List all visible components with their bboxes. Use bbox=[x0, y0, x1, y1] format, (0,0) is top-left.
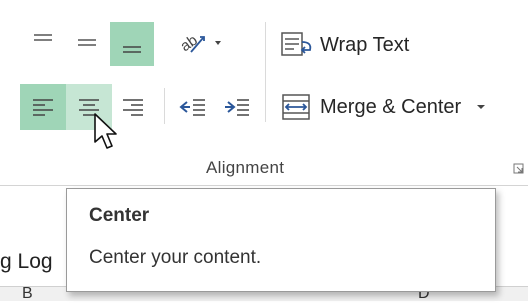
top-align-button[interactable] bbox=[24, 20, 62, 60]
cell-text: g Log bbox=[0, 250, 53, 273]
middle-align-icon bbox=[78, 39, 96, 46]
bottom-align-icon bbox=[123, 46, 141, 53]
orientation-button[interactable]: ab bbox=[170, 22, 232, 64]
mouse-cursor-icon bbox=[93, 112, 119, 157]
align-right-icon bbox=[123, 99, 143, 116]
decrease-indent-button[interactable] bbox=[172, 86, 214, 128]
orientation-icon: ab bbox=[179, 32, 205, 55]
middle-align-button[interactable] bbox=[68, 20, 106, 64]
merge-center-button[interactable]: Merge & Center bbox=[280, 86, 520, 128]
bottom-align-button[interactable] bbox=[110, 22, 154, 66]
separator bbox=[265, 22, 266, 122]
chevron-down-icon bbox=[215, 41, 221, 45]
align-left-icon bbox=[33, 99, 53, 116]
wrap-text-icon bbox=[281, 32, 312, 56]
separator bbox=[164, 88, 165, 124]
increase-indent-icon bbox=[225, 99, 249, 116]
wrap-text-label: Wrap Text bbox=[320, 33, 410, 56]
merge-center-icon bbox=[282, 94, 310, 120]
group-label-alignment: Alignment bbox=[206, 158, 285, 177]
align-left-button[interactable] bbox=[20, 84, 66, 130]
chevron-down-icon[interactable] bbox=[475, 101, 487, 113]
dialog-launcher-button[interactable] bbox=[512, 162, 526, 181]
column-b-header[interactable]: B bbox=[22, 285, 33, 303]
wrap-text-button[interactable]: Wrap Text bbox=[280, 24, 440, 66]
merge-center-label: Merge & Center bbox=[320, 95, 462, 118]
dialog-launcher-icon bbox=[513, 163, 524, 174]
ribbon-alignment-group: ab Wrap Text Merge & Center Alignment bbox=[0, 0, 528, 186]
tooltip-title: Center bbox=[89, 205, 150, 226]
increase-indent-button[interactable] bbox=[216, 86, 258, 128]
tooltip-body: Center your content. bbox=[89, 247, 262, 268]
decrease-indent-icon bbox=[179, 99, 205, 116]
center-tooltip: Center Center your content. bbox=[66, 188, 496, 292]
top-align-icon bbox=[34, 34, 52, 41]
